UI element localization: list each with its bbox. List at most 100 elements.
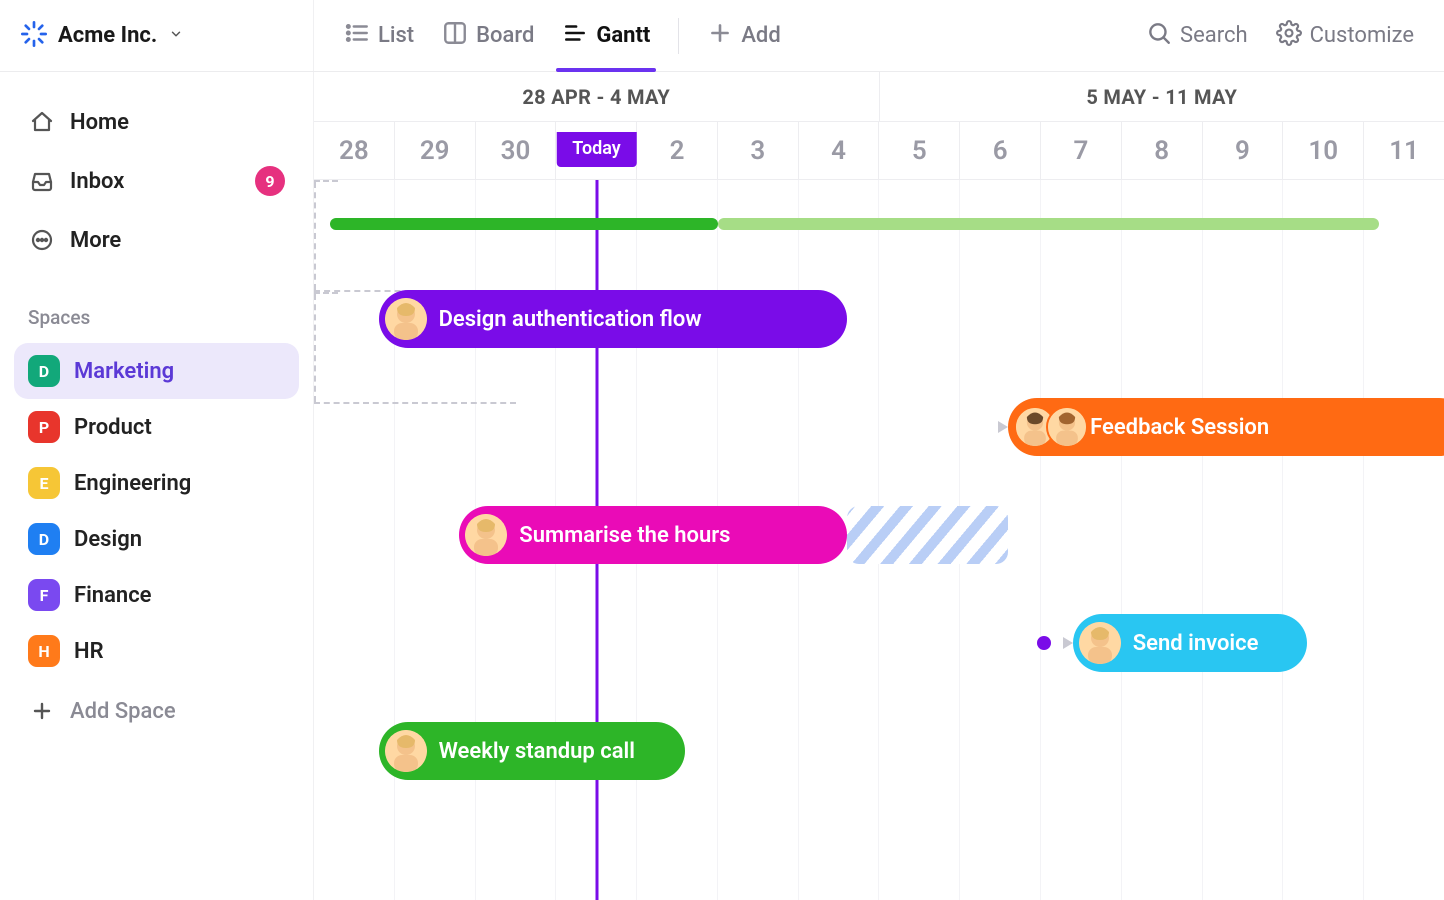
sidebar-item-more[interactable]: More [14,214,299,266]
add-space-label: Add Space [70,699,176,724]
avatar [1046,406,1088,448]
task-label: Design authentication flow [439,307,702,332]
sidebar-space-engineering[interactable]: E Engineering [14,455,299,511]
avatar [385,730,427,772]
arrow-icon [1063,637,1073,649]
add-view-label: Add [741,23,780,48]
avatar [1079,622,1121,664]
day-cell: 6 [960,122,1041,179]
milestone-dot[interactable] [1037,636,1051,650]
task-bar-hours[interactable]: Summarise the hours [459,506,846,564]
progress-bar [330,218,717,230]
task-bar-standup[interactable]: Weekly standup call [379,722,686,780]
header-actions: Search Customize [1146,20,1444,52]
sidebar-item-label: Design [74,527,142,552]
week-label: 28 APR - 4 MAY [314,72,880,122]
avatar [385,298,427,340]
sidebar-item-home[interactable]: Home [14,96,299,148]
divider [678,18,679,54]
task-label: Weekly standup call [439,739,635,764]
workspace-logo-icon [20,20,48,52]
workspace-name: Acme Inc. [58,23,157,48]
day-cell: 10 [1283,122,1364,179]
day-cell: 7 [1041,122,1122,179]
gear-icon [1276,20,1302,52]
tab-list-label: List [378,23,414,48]
tab-board[interactable]: Board [442,0,534,71]
home-icon [28,108,56,136]
dependency-line [314,402,516,404]
list-icon [344,20,370,52]
spaces-section-label: Spaces [14,300,299,337]
arrow-icon [998,421,1008,433]
task-bar-auth[interactable]: Design authentication flow [379,290,847,348]
task-label: Feedback Session [1090,415,1269,440]
sidebar-item-inbox[interactable]: Inbox 9 [14,154,299,208]
view-tabs: List Board Gantt Add [314,0,811,71]
sidebar-item-label: Home [70,110,129,135]
week-header: 28 APR - 4 MAY 5 MAY - 11 MAY [314,72,1444,122]
dependency-line [314,292,338,294]
sidebar-item-label: Product [74,415,152,440]
sidebar-item-label: HR [74,639,104,664]
task-bar-feedback[interactable]: Feedback Session [1008,398,1444,456]
add-view-button[interactable]: Add [707,0,780,71]
search-button[interactable]: Search [1146,20,1248,52]
space-initial-icon: H [28,635,60,667]
plus-icon [707,20,733,52]
sidebar-item-label: Engineering [74,471,191,496]
workspace-switcher[interactable]: Acme Inc. [0,0,314,71]
board-icon [442,20,468,52]
space-initial-icon: E [28,467,60,499]
task-label: Summarise the hours [519,523,730,548]
customize-label: Customize [1310,23,1414,48]
ellipsis-icon [28,226,56,254]
gantt-icon [562,20,588,52]
tab-board-label: Board [476,23,534,48]
day-cell: 28 [314,122,395,179]
sidebar-space-design[interactable]: D Design [14,511,299,567]
day-cell: 5 [879,122,960,179]
search-label: Search [1180,23,1248,48]
day-header: 2829301234567891011 [314,122,1444,180]
task-bar-invoice[interactable]: Send invoice [1073,614,1307,672]
space-initial-icon: D [28,523,60,555]
sidebar-item-label: Finance [74,583,152,608]
sidebar-space-product[interactable]: P Product [14,399,299,455]
day-cell: 30 [476,122,557,179]
add-space-button[interactable]: Add Space [14,685,299,737]
sidebar-space-marketing[interactable]: D Marketing [14,343,299,399]
plus-icon [28,697,56,725]
today-pill: Today [556,132,637,167]
sidebar-item-label: Marketing [74,359,174,384]
day-cell: 8 [1122,122,1203,179]
inbox-badge: 9 [255,166,285,196]
day-cell: 3 [718,122,799,179]
sidebar: Home Inbox 9 More Spaces D Marketing P Prod… [0,72,314,900]
dependency-line [314,182,316,290]
day-cell: 9 [1203,122,1284,179]
sidebar-space-finance[interactable]: F Finance [14,567,299,623]
space-initial-icon: D [28,355,60,387]
day-cell: 2 [637,122,718,179]
tab-gantt[interactable]: Gantt [562,0,650,71]
week-label: 5 MAY - 11 MAY [880,72,1444,122]
customize-button[interactable]: Customize [1276,20,1414,52]
gantt-chart: Today Design authentication flowFeedback… [314,180,1444,900]
sidebar-space-hr[interactable]: H HR [14,623,299,679]
sidebar-item-label: Inbox [70,169,124,194]
task-label: Send invoice [1133,631,1259,656]
day-cell: 11 [1364,122,1444,179]
progress-bar [718,218,1380,230]
tab-list[interactable]: List [344,0,414,71]
search-icon [1146,20,1172,52]
dependency-line [314,180,338,182]
inbox-icon [28,167,56,195]
tab-gantt-label: Gantt [596,23,650,48]
topbar: Acme Inc. List Board Gantt Add [0,0,1444,72]
gantt-area[interactable]: 28 APR - 4 MAY 5 MAY - 11 MAY 2829301234… [314,72,1444,900]
avatar [465,514,507,556]
space-initial-icon: P [28,411,60,443]
space-initial-icon: F [28,579,60,611]
task-buffer[interactable] [847,506,1008,564]
